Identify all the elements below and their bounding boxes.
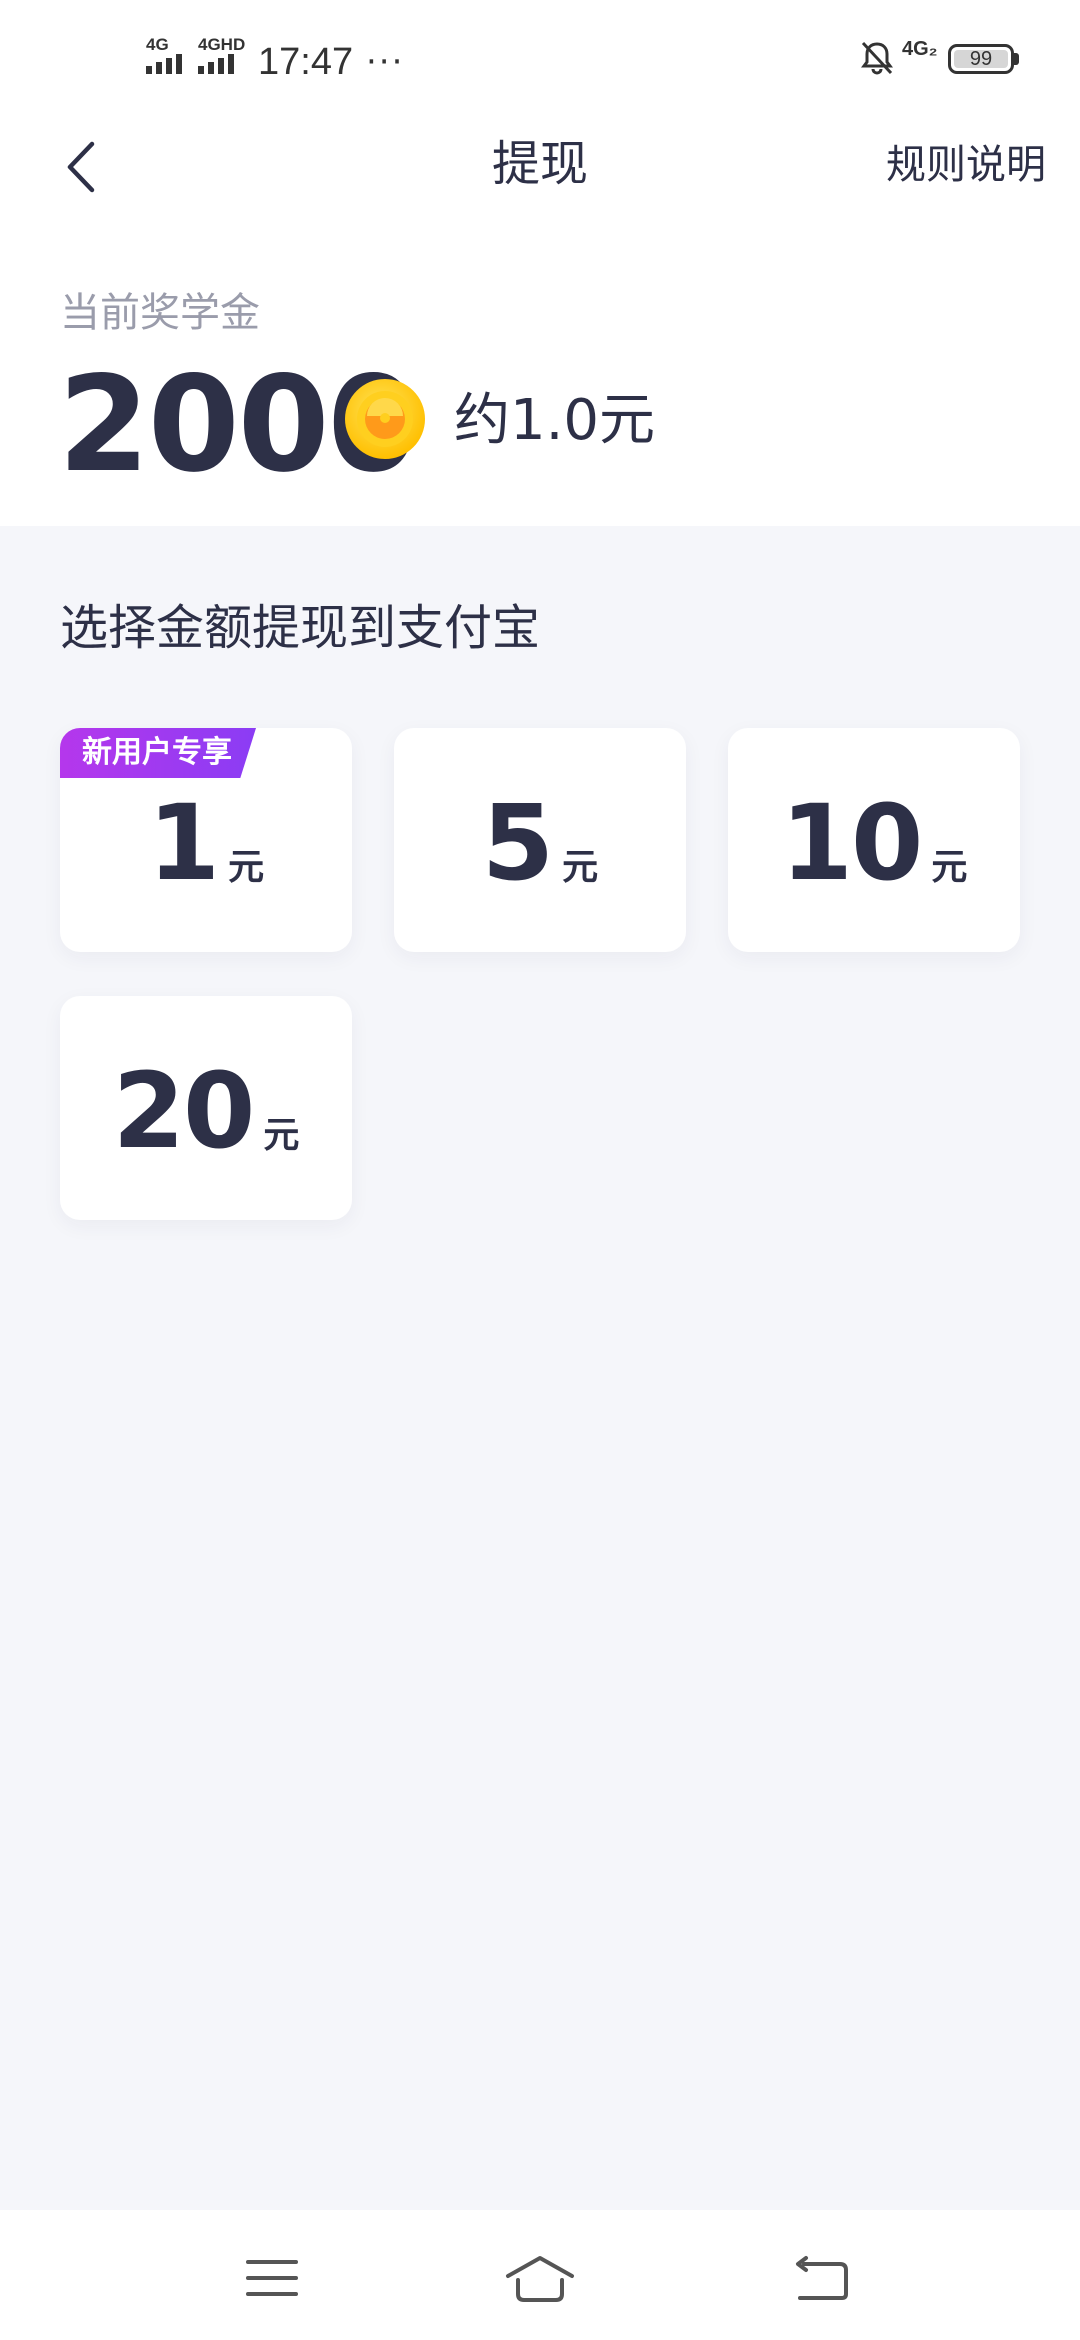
signal1-label: 4G: [146, 35, 169, 54]
status-time: 17:47: [258, 41, 354, 83]
menu-icon: [246, 2260, 298, 2296]
return-icon: [796, 2256, 848, 2300]
rules-button[interactable]: 规则说明: [886, 140, 1046, 190]
amount-value: 20: [112, 1050, 256, 1172]
back-system-button[interactable]: [790, 2250, 854, 2306]
amount-unit: 元: [228, 847, 265, 888]
amount-unit: 元: [562, 847, 599, 888]
signal-bars-icon: [146, 54, 182, 74]
home-button[interactable]: [504, 2250, 576, 2306]
network2-label: 4G₂: [902, 38, 938, 60]
system-navigation-bar: [0, 2210, 1080, 2340]
balance-label: 当前奖学金: [60, 290, 260, 336]
amount-value: 1: [147, 782, 220, 904]
status-bar: 4G 4GHD 17:47 ··· 4G₂ 99: [0, 0, 1080, 120]
amount-value: 10: [780, 782, 924, 904]
bell-off-icon: [860, 40, 894, 80]
coin-icon: [344, 378, 426, 460]
amount-value: 5: [481, 782, 554, 904]
balance-approx-value: 约1.0元: [454, 388, 656, 453]
new-user-badge: 新用户专享: [60, 728, 256, 778]
signal2-label: 4GHD: [198, 35, 246, 54]
battery-tip: [1014, 53, 1019, 65]
battery-level: 99: [969, 47, 993, 70]
navigation-bar: 提现 规则说明: [0, 120, 1080, 210]
amount-unit: 元: [263, 1115, 300, 1156]
amount-option-10[interactable]: 10 元: [728, 728, 1020, 952]
signal-bars-icon: [198, 54, 234, 74]
amount-option-5[interactable]: 5元: [394, 728, 686, 952]
amount-option-20[interactable]: 20 元: [60, 996, 352, 1220]
home-icon: [506, 2256, 574, 2302]
amount-option-1[interactable]: 新用户专享 1元: [60, 728, 352, 952]
menu-button[interactable]: [240, 2250, 304, 2306]
section-title: 选择金额提现到支付宝: [60, 600, 541, 656]
signal-strength-sim2: 4GHD: [198, 36, 248, 78]
more-notifications-indicator: ···: [366, 42, 405, 82]
signal-strength-sim1: 4G: [146, 36, 190, 78]
battery-icon: 99: [948, 44, 1014, 74]
balance-panel: 当前奖学金 2000 约1.0元: [0, 210, 1080, 526]
amount-unit: 元: [931, 847, 968, 888]
